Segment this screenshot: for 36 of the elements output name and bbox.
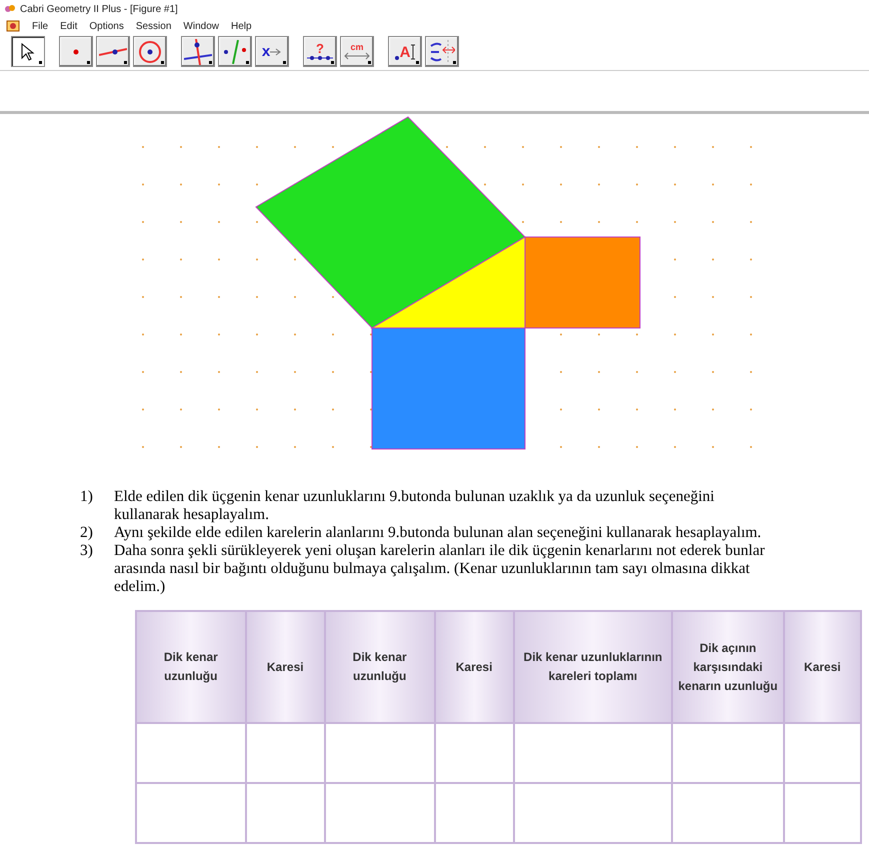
column-header: Karesi [784,611,861,723]
tool-button[interactable] [96,36,130,67]
tool-button[interactable] [181,36,215,67]
app-icon [4,4,16,14]
tool-button[interactable] [218,36,252,67]
document-icon [6,20,20,32]
symmetry-icon [221,40,249,64]
column-header: Dik açının karşısındaki kenarın uzunluğu [672,611,784,723]
window-title: Cabri Geometry II Plus - [Figure #1] [20,4,178,14]
step-number: 3) [80,542,94,561]
menu-item[interactable]: Options [89,20,124,32]
menu-item[interactable]: File [32,20,48,32]
step-number: 1) [80,488,94,507]
column-header: Dik kenar uzunluğu [324,611,434,723]
menu-item[interactable]: Help [230,20,252,32]
pointer-icon [20,42,36,60]
column-header: Dik kenar uzunluklarının kareleri toplamı [514,611,672,723]
menu-item[interactable]: Session [136,20,172,32]
step-text: Elde edilen dik üçgenin kenar uzunluklarını 9.butonda bulunan uzaklık ya da uzunluk seçeneğini kullanarak hesaplayalım. [114,488,716,524]
step-number: 2) [80,524,94,542]
tool-button[interactable] [425,36,459,67]
perpendicular-lines-icon [184,38,212,64]
point-icon [73,48,79,54]
menu-item[interactable]: Edit [60,20,78,32]
column-header: Karesi [246,611,325,723]
tool-button[interactable] [11,36,45,67]
step-text: Daha sonra şekli sürükleyerek yeni oluşan karelerin alanları ile dik üçgenin kenarlarını not ederek bunlar arasında nasıl bir bağıntı olduğunu bulmaya çalışalım. (Kenar uzunluklarının tam sayı olmasına dikkat edelim.) [114,542,766,596]
tool-button[interactable]: x [255,36,289,67]
step-text: Aynı şekilde elde edilen karelerin alanlarını 9.butonda bulunan alan seçeneğini kullanarak hesaplayalım. [114,524,762,542]
column-header: Dik kenar uzunluğu [136,611,246,723]
line-icon [99,46,127,58]
circle-icon [138,40,162,64]
column-header: Karesi [434,611,514,723]
menu-item[interactable]: Window [183,20,219,32]
display-icon [429,40,455,64]
tool-button[interactable] [133,36,167,67]
